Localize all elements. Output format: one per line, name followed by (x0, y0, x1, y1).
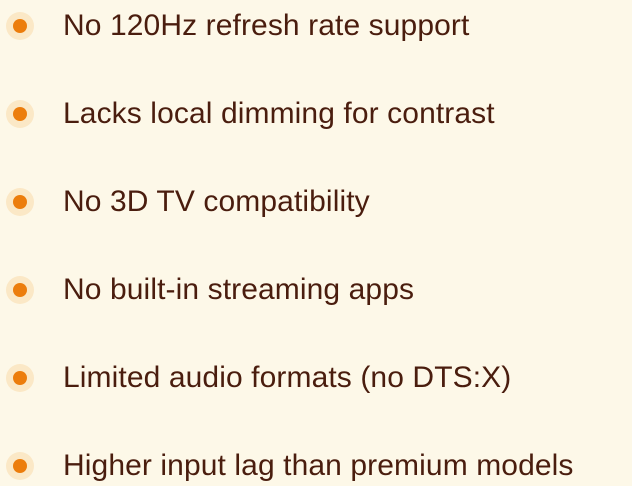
cons-item-text: Limited audio formats (no DTS:X) (63, 361, 512, 394)
cons-item-text: Lacks local dimming for contrast (63, 97, 495, 130)
bullet-dot-icon (6, 100, 34, 128)
cons-item-text: No built-in streaming apps (63, 273, 415, 306)
bullet-dot-icon (6, 188, 34, 216)
bullet-dot-icon (6, 364, 34, 392)
cons-item-text: No 3D TV compatibility (63, 185, 370, 218)
cons-item-text: Higher input lag than premium models (63, 449, 574, 482)
cons-item-text: No 120Hz refresh rate support (63, 9, 470, 42)
bullet-dot-icon (6, 276, 34, 304)
bullet-dot-icon (6, 12, 34, 40)
bullet-dot-icon (6, 452, 34, 480)
cons-list: No 120Hz refresh rate support Lacks loca… (0, 0, 632, 483)
